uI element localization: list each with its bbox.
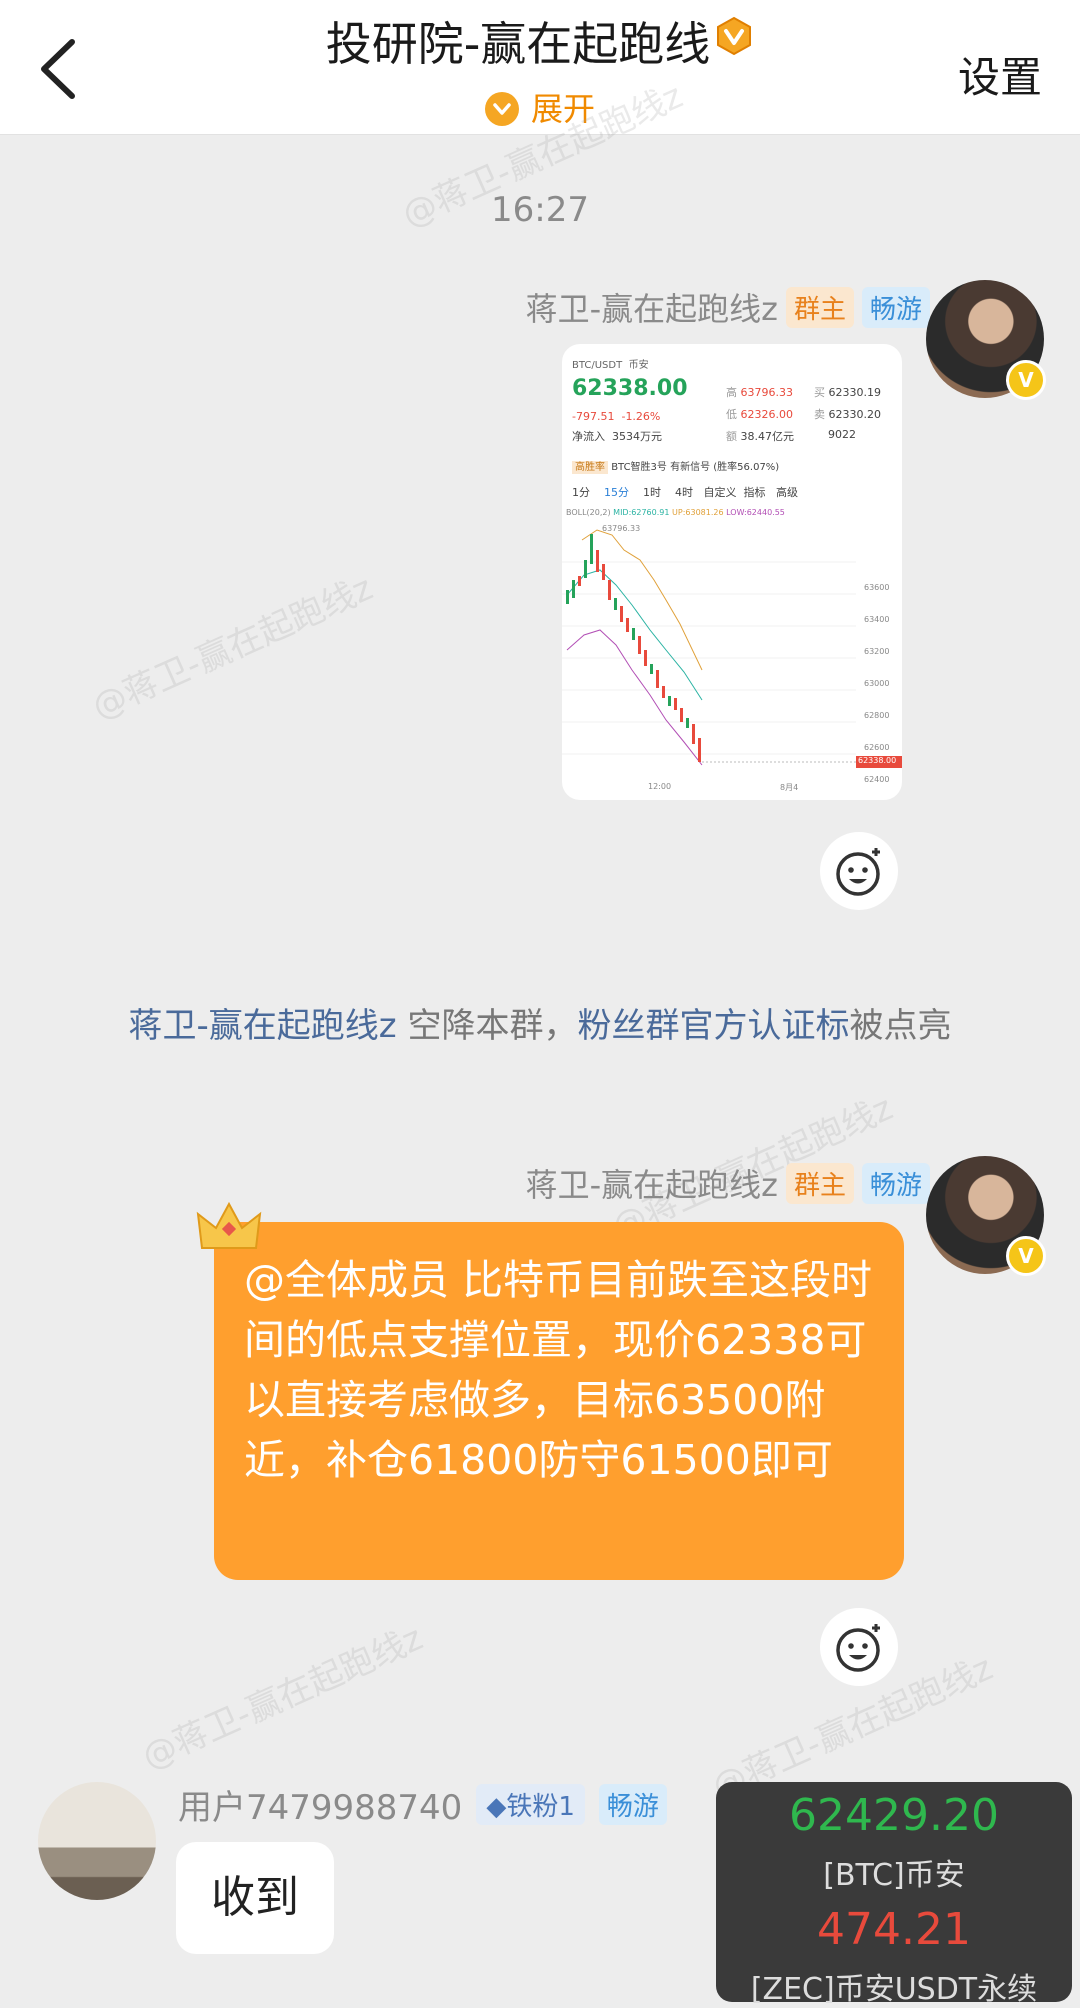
ss-high: 高 63796.33	[726, 386, 793, 399]
ss-net-inflow: 净流入 3534万元	[572, 430, 662, 443]
zec-label: [ZEC]币安USDT永续	[750, 1972, 1038, 2007]
notice-user-link[interactable]: 蒋卫-赢在起跑线z	[129, 1006, 397, 1046]
sender-name: 蒋卫-赢在起跑线z	[525, 1166, 778, 1204]
notice-badge-link[interactable]: 粉丝群官方认证标	[577, 1006, 849, 1046]
sender-name: 蒋卫-赢在起跑线z	[525, 290, 778, 328]
settings-button[interactable]: 设置	[958, 44, 1042, 105]
ss-sell: 卖 62330.20	[814, 408, 881, 421]
message-timestamp: 16:27	[491, 190, 589, 230]
owner-tag: 群主	[785, 1162, 854, 1204]
group-title: 投研院-赢在起跑线	[0, 14, 1080, 74]
ss-change: -797.51 -1.26%	[572, 410, 661, 423]
verified-badge-icon	[717, 16, 752, 56]
image-message[interactable]: BTC/USDT 币安 62338.00 -797.51 -1.26% 净流入 …	[562, 344, 902, 800]
sender-info: 蒋卫-赢在起跑线z 群主 畅游	[526, 284, 930, 330]
group-title-text: 投研院-赢在起跑线	[325, 17, 711, 71]
reply-sender-name: 用户7479988740	[178, 1788, 463, 1828]
crown-icon	[196, 1201, 262, 1249]
add-emoji-icon	[836, 848, 880, 896]
ss-x-tick: 8月4	[780, 783, 799, 792]
ss-buy: 买 62330.19	[814, 386, 881, 399]
owner-tag: 群主	[785, 286, 854, 328]
ss-pair: BTC/USDT 币安	[572, 360, 649, 371]
tier-tag: 畅游	[861, 286, 930, 328]
verified-v-icon: V	[1006, 360, 1046, 400]
ss-boll: BOLL(20,2) MID:62760.91 UP:63081.26 LOW:…	[566, 508, 785, 517]
ss-x-tick: 12:00	[648, 782, 672, 791]
ss-candles	[566, 534, 701, 762]
watermark: @蒋卫-赢在起跑线z	[136, 1617, 429, 1778]
btc-label: [BTC]币安	[823, 1858, 965, 1893]
sender-avatar[interactable]: V	[926, 1156, 1046, 1276]
ss-price: 62338.00	[572, 376, 688, 401]
notice-tail: 被点亮	[849, 1006, 952, 1046]
zec-price: 474.21	[817, 1904, 971, 1955]
ss-candle-chart	[562, 529, 902, 768]
tier-tag: 畅游	[598, 1784, 667, 1825]
fan-tag: ◆铁粉1	[476, 1784, 585, 1825]
add-emoji-icon	[836, 1624, 880, 1672]
chevron-down-icon	[484, 92, 519, 126]
diamond-icon: ◆	[486, 1792, 507, 1822]
system-notice: 蒋卫-赢在起跑线z 空降本群，粉丝群官方认证标被点亮	[110, 1000, 970, 1052]
message-bubble[interactable]: @全体成员 比特币目前跌至这段时间的低点支撑位置，现价62338可以直接考虑做多…	[214, 1222, 904, 1580]
add-reaction-button[interactable]	[820, 832, 898, 910]
ss-count: 9022	[828, 428, 856, 441]
ss-vol: 额 38.47亿元	[726, 430, 794, 443]
ss-signal: 高胜率 BTC智胜3号 有新信号 (胜率56.07%)	[572, 458, 779, 474]
btc-price: 62429.20	[789, 1790, 999, 1841]
add-reaction-button[interactable]	[820, 1608, 898, 1686]
chat-header: 投研院-赢在起跑线 展开 设置	[0, 0, 1080, 135]
ss-intervals: 1分 15分 1时 4时 自定义 指标 高级	[572, 486, 798, 499]
ss-peak-label: 63796.33	[602, 524, 641, 533]
verified-v-icon: V	[1006, 1236, 1046, 1276]
reply-sender-info: 用户7479988740 ◆铁粉1 畅游	[178, 1780, 667, 1829]
reply-bubble[interactable]: 收到	[176, 1842, 334, 1954]
floating-price-widget[interactable]: 62429.20 [BTC]币安 474.21 [ZEC]币安USDT永续	[716, 1782, 1072, 2007]
notice-text: 空降本群，	[396, 1006, 578, 1046]
ss-y-ticks: 63600 63400 63200 63000 62800 62600 62400	[864, 583, 890, 784]
ss-low: 低 62326.00	[726, 408, 793, 421]
user-avatar[interactable]	[38, 1782, 156, 1900]
sender-info: 蒋卫-赢在起跑线z 群主 畅游	[526, 1160, 930, 1206]
watermark: @蒋卫-赢在起跑线z	[86, 567, 379, 728]
tier-tag: 畅游	[861, 1162, 930, 1204]
sender-avatar[interactable]: V	[926, 280, 1046, 400]
